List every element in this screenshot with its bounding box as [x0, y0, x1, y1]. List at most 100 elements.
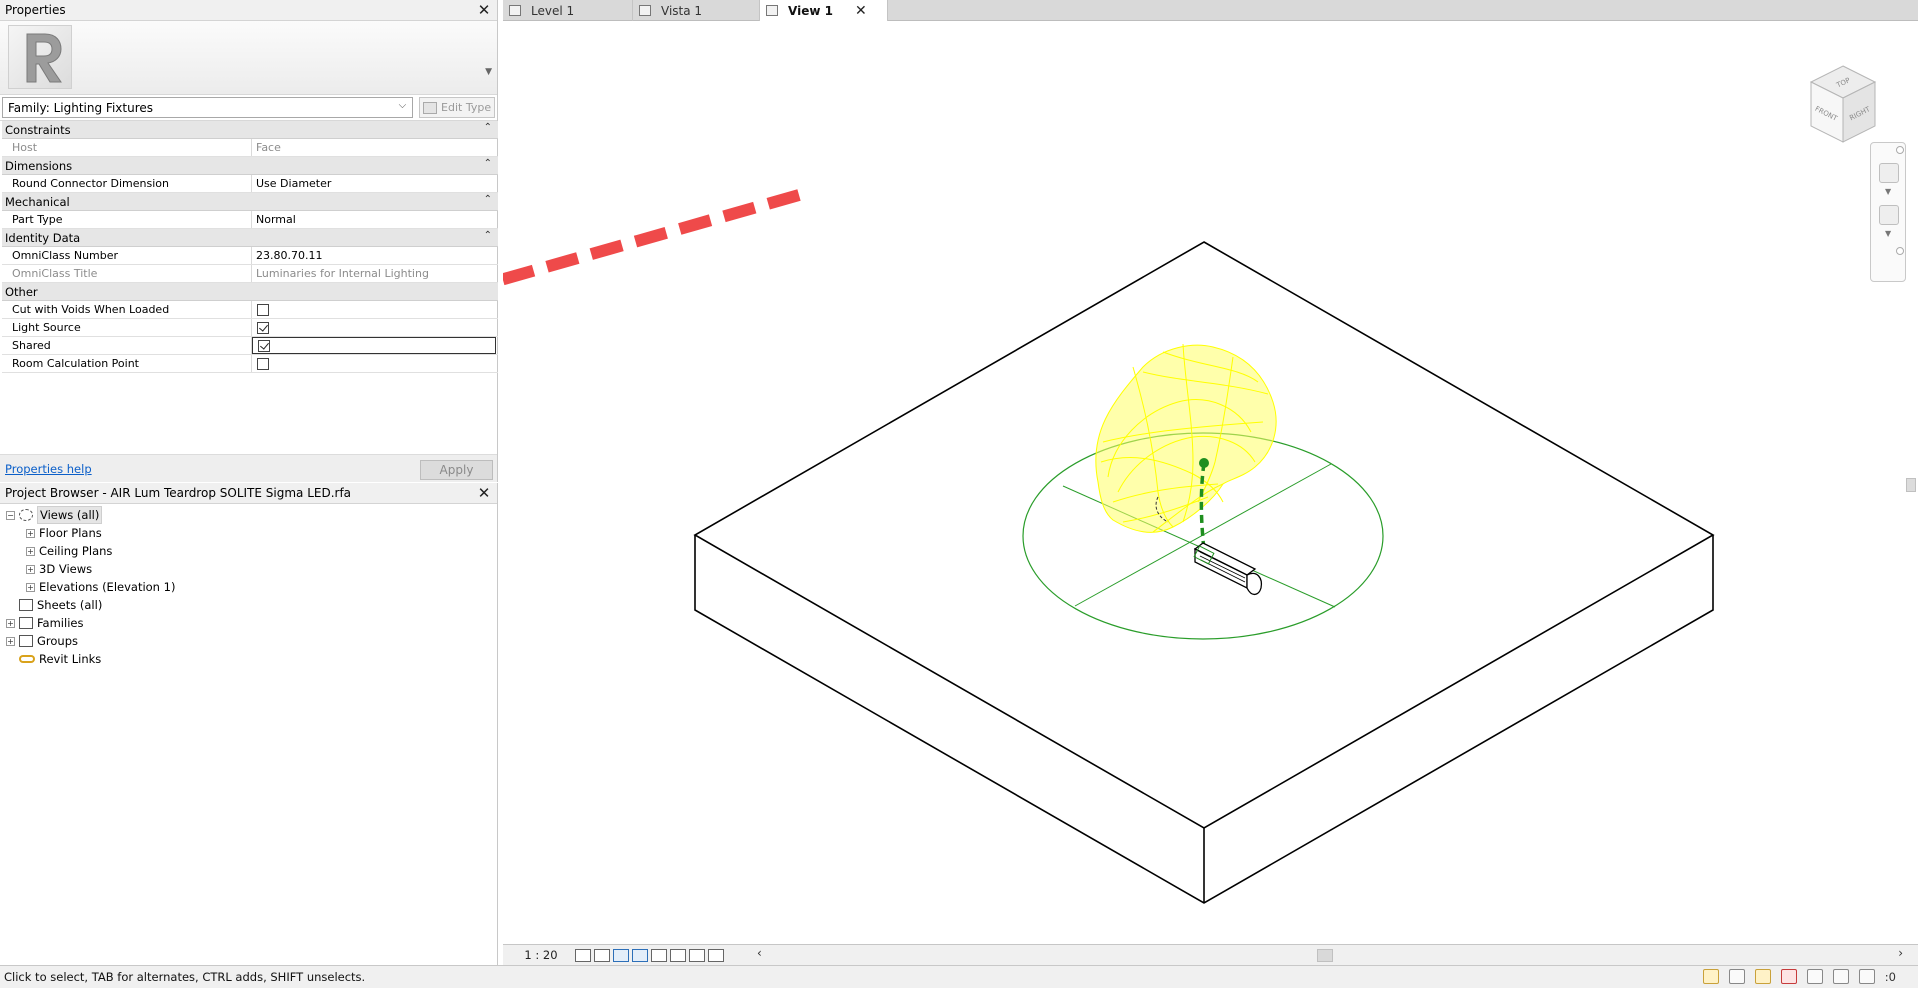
property-row-omniclass-number[interactable]: OmniClass Number 23.80.70.11: [2, 247, 498, 265]
collapse-icon[interactable]: ⌃: [484, 230, 492, 241]
property-value[interactable]: 23.80.70.11: [252, 247, 498, 264]
property-row-round-connector-dimension[interactable]: Round Connector Dimension Use Diameter: [2, 175, 498, 193]
horizontal-scrollbar[interactable]: ‹ ›: [757, 946, 1903, 962]
close-icon[interactable]: ✕: [855, 3, 867, 19]
select-by-face-icon[interactable]: [1780, 969, 1797, 984]
group-name: Other: [5, 284, 38, 299]
scroll-right-icon[interactable]: ›: [1898, 946, 1903, 960]
property-value[interactable]: Use Diameter: [252, 175, 498, 192]
close-icon[interactable]: [1896, 146, 1904, 154]
tree-node-label: Families: [37, 616, 84, 630]
shared-checkbox[interactable]: [258, 339, 270, 352]
property-row-omniclass-title: OmniClass Title Luminaries for Internal …: [2, 265, 498, 283]
select-links-icon[interactable]: [1702, 969, 1719, 984]
apply-button[interactable]: Apply: [420, 460, 493, 480]
filter-icon[interactable]: [1858, 969, 1875, 984]
collapse-icon[interactable]: ⌃: [484, 122, 492, 133]
family-type-value: Family: Lighting Fixtures: [8, 100, 153, 115]
3d-viewport[interactable]: TOP FRONT RIGHT ▼ ▼: [503, 22, 1918, 944]
cut-with-voids-checkbox[interactable]: [257, 303, 269, 316]
properties-panel: Properties ✕ ▼ Family: Lighting Fixtures…: [0, 0, 498, 482]
tree-node-label: Revit Links: [39, 652, 102, 666]
sun-path-icon[interactable]: [613, 948, 629, 962]
properties-title: Properties: [5, 3, 66, 17]
close-icon[interactable]: ✕: [476, 1, 492, 19]
collapse-icon[interactable]: ⌃: [484, 158, 492, 169]
tree-node-floor-plans[interactable]: + Floor Plans: [0, 524, 497, 542]
expand-icon[interactable]: +: [26, 528, 35, 538]
property-value: Luminaries for Internal Lighting: [256, 267, 429, 280]
property-row-cut-with-voids[interactable]: Cut with Voids When Loaded: [2, 301, 498, 319]
expand-icon[interactable]: +: [26, 546, 35, 556]
view-scale[interactable]: 1 : 20: [507, 948, 575, 962]
drag-elements-icon[interactable]: [1806, 969, 1823, 984]
horizontal-scrollbar-thumb[interactable]: [1317, 949, 1333, 962]
property-key: Shared: [2, 337, 252, 354]
expand-icon[interactable]: +: [26, 564, 35, 574]
group-name: Identity Data: [5, 230, 81, 245]
shadows-icon[interactable]: [632, 948, 648, 962]
status-message: Click to select, TAB for alternates, CTR…: [4, 970, 366, 984]
expand-icon[interactable]: +: [26, 582, 35, 592]
expand-icon[interactable]: +: [6, 636, 15, 646]
tab-view-1[interactable]: View 1 ✕: [760, 0, 888, 21]
group-header-other[interactable]: Other: [2, 283, 498, 301]
scene-canvas[interactable]: [503, 22, 1918, 944]
temporary-hide-icon[interactable]: [689, 948, 705, 962]
background-process-icon[interactable]: [1832, 969, 1849, 984]
tree-node-families[interactable]: + Families: [0, 614, 497, 632]
reveal-hidden-icon[interactable]: [708, 948, 724, 962]
chevron-down-icon[interactable]: ▼: [1885, 187, 1891, 196]
scroll-left-icon[interactable]: ‹: [757, 946, 762, 960]
tree-node-revit-links[interactable]: Revit Links: [0, 650, 497, 668]
property-row-room-calculation-point[interactable]: Room Calculation Point: [2, 355, 498, 373]
light-source-checkbox[interactable]: [257, 321, 269, 334]
render-icon[interactable]: [651, 948, 667, 962]
group-header-dimensions[interactable]: Dimensions ⌃: [2, 157, 498, 175]
family-type-selector[interactable]: Family: Lighting Fixtures ⌵: [2, 97, 414, 118]
property-value[interactable]: Normal: [252, 211, 498, 228]
tab-vista-1[interactable]: Vista 1: [633, 0, 760, 21]
properties-help-link[interactable]: Properties help: [5, 462, 92, 476]
close-icon[interactable]: ✕: [476, 484, 492, 502]
tree-node-views[interactable]: − Views (all): [0, 506, 497, 524]
property-row-light-source[interactable]: Light Source: [2, 319, 498, 337]
collapse-icon[interactable]: ⌃: [484, 194, 492, 205]
property-key: OmniClass Title: [2, 265, 252, 282]
visual-style-icon[interactable]: [594, 948, 610, 962]
tab-level-1[interactable]: Level 1: [503, 0, 633, 21]
property-value: Face: [256, 141, 281, 154]
tree-node-3d-views[interactable]: + 3D Views: [0, 560, 497, 578]
tree-node-sheets[interactable]: Sheets (all): [0, 596, 497, 614]
tree-node-label: 3D Views: [39, 562, 93, 576]
tab-label: Vista 1: [661, 3, 703, 18]
select-underlay-icon[interactable]: [1728, 969, 1745, 984]
settings-icon[interactable]: [1896, 247, 1904, 255]
crop-view-icon[interactable]: [670, 948, 686, 962]
expand-icon[interactable]: +: [6, 618, 15, 628]
property-row-shared[interactable]: Shared: [2, 337, 498, 355]
vertical-scrollbar-thumb[interactable]: [1906, 478, 1916, 492]
group-header-mechanical[interactable]: Mechanical ⌃: [2, 193, 498, 211]
detail-level-icon[interactable]: [575, 948, 591, 962]
property-row-part-type[interactable]: Part Type Normal: [2, 211, 498, 229]
view-cube[interactable]: TOP FRONT RIGHT: [1803, 44, 1883, 154]
chevron-down-icon[interactable]: ▼: [1885, 229, 1891, 238]
tree-node-ceiling-plans[interactable]: + Ceiling Plans: [0, 542, 497, 560]
room-calculation-point-checkbox[interactable]: [257, 357, 269, 370]
chevron-down-icon[interactable]: ▼: [485, 67, 492, 77]
tree-node-label: Ceiling Plans: [39, 544, 113, 558]
zoom-icon[interactable]: [1879, 205, 1899, 225]
tree-node-elevations[interactable]: + Elevations (Elevation 1): [0, 578, 497, 596]
group-header-identity-data[interactable]: Identity Data ⌃: [2, 229, 498, 247]
type-preview[interactable]: ▼: [0, 21, 497, 95]
groups-icon: [19, 635, 33, 647]
steering-wheel-icon[interactable]: [1879, 163, 1899, 183]
select-pinned-icon[interactable]: [1754, 969, 1771, 984]
project-browser-panel: Project Browser - AIR Lum Teardrop SOLIT…: [0, 483, 498, 965]
type-selector-row: Family: Lighting Fixtures ⌵ Edit Type: [0, 95, 497, 121]
group-header-constraints[interactable]: Constraints ⌃: [2, 121, 498, 139]
edit-type-button[interactable]: Edit Type: [419, 97, 495, 118]
collapse-icon[interactable]: −: [6, 510, 15, 520]
tree-node-groups[interactable]: + Groups: [0, 632, 497, 650]
